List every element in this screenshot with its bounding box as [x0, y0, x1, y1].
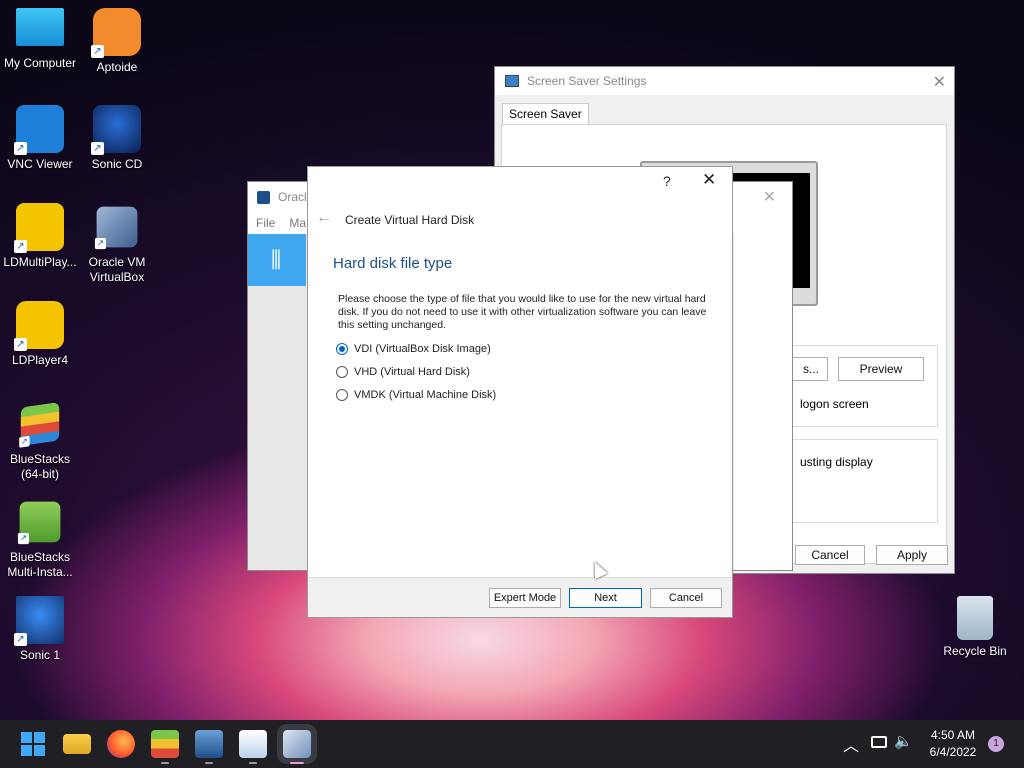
desktop-icon-label: LDPlayer4	[11, 353, 69, 367]
desktop-icon-label: Sonic CD	[91, 157, 143, 171]
screensaver-title: Screen Saver Settings	[527, 74, 647, 88]
bluestacks-icon: ↗	[19, 402, 60, 448]
ldplayer-icon: ↗	[14, 301, 64, 351]
desktop-icon-label: LDMultiPlay...	[3, 255, 77, 269]
radio-label: VMDK (Virtual Machine Disk)	[354, 389, 497, 401]
preview-button[interactable]: Preview	[838, 357, 924, 381]
close-icon[interactable]: ✕	[933, 72, 946, 92]
logon-screen-text: logon screen	[800, 397, 869, 411]
running-indicator	[290, 762, 304, 764]
dialog-help-button[interactable]: ?	[663, 173, 671, 189]
radio-vhd[interactable]: VHD (Virtual Hard Disk)	[336, 366, 470, 378]
radio-label: VHD (Virtual Hard Disk)	[354, 366, 470, 378]
desktop-icon-ldmultiplayer[interactable]: ↗ LDMultiPlay...	[0, 203, 80, 270]
running-indicator	[161, 762, 169, 764]
ldmultiplayer-icon: ↗	[14, 203, 64, 253]
bluestacks-icon[interactable]	[151, 730, 179, 764]
task-manager-icon[interactable]	[239, 730, 267, 764]
virtualbox-icon[interactable]	[277, 724, 317, 764]
desktop-icon-aptoide[interactable]: ↗ Aptoide	[77, 8, 157, 75]
desktop-icon-ldplayer4[interactable]: ↗ LDPlayer4	[0, 301, 80, 368]
running-indicator	[249, 762, 257, 764]
desktop-icon-sonic-cd[interactable]: ↗ Sonic CD	[77, 105, 157, 172]
close-icon[interactable]: ✕	[702, 170, 716, 190]
menu-file[interactable]: File	[256, 216, 275, 230]
desktop-icon-vnc-viewer[interactable]: ↗ VNC Viewer	[0, 105, 80, 172]
adjusting-display-text: usting display	[800, 455, 873, 469]
back-arrow-icon[interactable]: ←	[316, 209, 332, 227]
cancel-button[interactable]: Cancel	[795, 545, 865, 565]
clock-time[interactable]: 4:50 AM	[920, 728, 986, 742]
radio-button[interactable]	[336, 366, 348, 378]
monitor-icon	[16, 8, 64, 46]
tools-icon: ⫼	[270, 247, 284, 272]
menu-machine[interactable]: Ma	[289, 216, 306, 230]
radio-label: VDI (VirtualBox Disk Image)	[354, 343, 491, 355]
start-icon[interactable]	[19, 730, 47, 758]
running-indicator	[205, 762, 213, 764]
desktop-icon-bluestacks-multi[interactable]: ↗ BlueStacks Multi-Insta...	[0, 498, 80, 580]
tools-panel[interactable]: ⫼	[248, 234, 306, 286]
desktop-icon-label: Sonic 1	[19, 648, 61, 662]
desktop-icon-label: VNC Viewer	[7, 157, 73, 171]
desktop-icon-label: Oracle VM VirtualBox	[88, 255, 146, 284]
aptoide-icon: ↗	[91, 8, 141, 58]
bluestacks-multi-icon: ↗	[17, 501, 61, 545]
file-explorer-icon[interactable]	[63, 734, 91, 754]
desktop-icon-label: Aptoide	[96, 60, 138, 74]
close-icon[interactable]: ✕	[763, 187, 776, 207]
next-button[interactable]: Next	[569, 588, 642, 608]
desktop-icon-bluestacks[interactable]: ↗ BlueStacks (64-bit)	[0, 400, 80, 482]
apply-button[interactable]: Apply	[876, 545, 948, 565]
page-description: Please choose the type of file that you …	[338, 293, 707, 331]
volume-icon[interactable]: 🔈	[894, 732, 913, 750]
radio-vdi[interactable]: VDI (VirtualBox Disk Image)	[336, 343, 491, 355]
recycle-bin-icon	[957, 596, 993, 640]
expert-mode-button[interactable]: Expert Mode	[489, 588, 561, 608]
tab-screen-saver[interactable]: Screen Saver	[502, 103, 589, 125]
virtualbox-manager-icon[interactable]	[195, 730, 223, 764]
create-disk-dialog: ? ✕ ← Create Virtual Hard Disk Hard disk…	[307, 166, 733, 618]
clock-date[interactable]: 6/4/2022	[920, 745, 986, 759]
dialog-title: Create Virtual Hard Disk	[345, 213, 475, 227]
desktop-icon-virtualbox[interactable]: ↗ Oracle VM VirtualBox	[77, 203, 157, 285]
radio-button[interactable]	[336, 389, 348, 401]
page-heading: Hard disk file type	[333, 255, 453, 272]
radio-button[interactable]	[336, 343, 348, 355]
virtualbox-right-pane	[734, 234, 792, 570]
notification-badge[interactable]: 1	[988, 736, 1004, 752]
desktop-icon-my-computer[interactable]: My Computer	[0, 8, 80, 71]
vnc-icon: ↗	[14, 105, 64, 155]
desktop-icon-label: My Computer	[3, 56, 77, 70]
screensaver-titlebar: Screen Saver Settings ✕	[495, 67, 954, 95]
desktop-icon-label: BlueStacks Multi-Insta...	[7, 550, 73, 579]
desktop-icon-recycle-bin[interactable]: Recycle Bin	[935, 596, 1015, 659]
sonic-cd-icon: ↗	[91, 105, 141, 155]
virtualbox-app-icon	[257, 190, 270, 204]
screensaver-app-icon	[505, 75, 519, 87]
sonic-icon: ↗	[14, 596, 64, 646]
chevron-up-icon[interactable]: ︿	[843, 732, 859, 756]
radio-vmdk[interactable]: VMDK (Virtual Machine Disk)	[336, 389, 496, 401]
virtualbox-cube-icon: ↗	[94, 206, 138, 250]
cancel-button[interactable]: Cancel	[650, 588, 722, 608]
firefox-icon[interactable]	[107, 730, 135, 758]
desktop-icon-label: Recycle Bin	[943, 644, 1007, 658]
taskbar: ︿ 🔈 4:50 AM 6/4/2022 1	[0, 720, 1024, 768]
desktop-icon-label: BlueStacks (64-bit)	[9, 452, 71, 481]
desktop-icon-sonic-1[interactable]: ↗ Sonic 1	[0, 596, 80, 663]
network-icon[interactable]	[871, 736, 887, 748]
